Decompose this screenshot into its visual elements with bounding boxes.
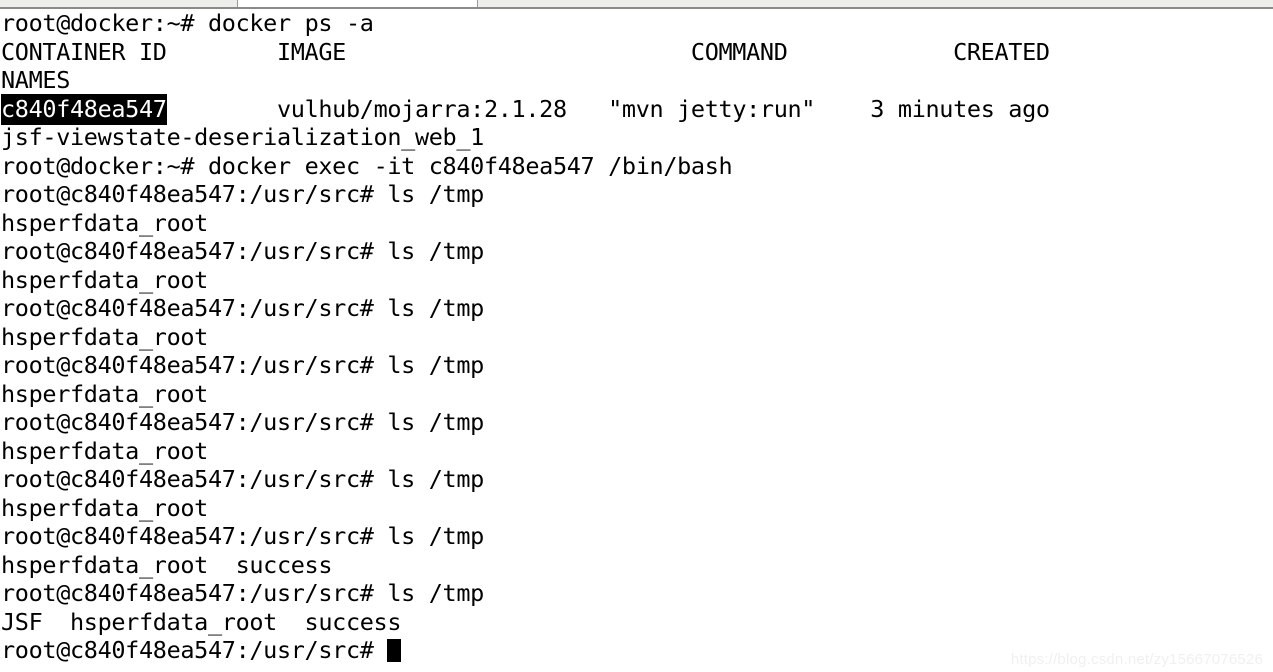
terminal-line: root@c840f48ea547:/usr/src# ls /tmp	[0, 237, 1273, 266]
terminal-line: root@docker:~# docker ps -a	[0, 9, 1273, 38]
shell-command: ls /tmp	[387, 237, 484, 265]
terminal-line: hsperfdata_root	[0, 494, 1273, 523]
shell-prompt: root@docker:~#	[1, 151, 208, 180]
terminal-line: root@c840f48ea547:/usr/src# ls /tmp	[0, 351, 1273, 380]
shell-prompt: root@c840f48ea547:/usr/src#	[1, 408, 388, 436]
shell-command: docker ps -a	[207, 9, 374, 37]
terminal-line: root@c840f48ea547:/usr/src# ls /tmp	[0, 465, 1273, 494]
shell-command: ls /tmp	[387, 465, 484, 493]
shell-prompt: root@c840f48ea547:/usr/src#	[1, 579, 388, 607]
terminal-line: NAMES	[0, 66, 1273, 95]
terminal-line: root@docker:~# docker exec -it c840f48ea…	[0, 152, 1273, 181]
command-output: jsf-viewstate-deserialization_web_1	[1, 123, 484, 151]
terminal-line: hsperfdata_root	[0, 437, 1273, 466]
command-output: JSF hsperfdata_root success	[1, 607, 402, 636]
docker-ps-row-rest: vulhub/mojarra:2.1.28 "mvn jetty:run" 3 …	[166, 94, 1050, 123]
shell-prompt: root@c840f48ea547:/usr/src#	[1, 180, 388, 208]
command-output: hsperfdata_root	[1, 379, 208, 408]
terminal-tab-2-active[interactable]	[238, 0, 478, 7]
terminal-line: root@c840f48ea547:/usr/src# ls /tmp	[0, 294, 1273, 323]
docker-ps-header: NAMES	[1, 66, 70, 94]
terminal-line: JSF hsperfdata_root success	[0, 608, 1273, 637]
docker-ps-header: CONTAINER ID IMAGE COMMAND CREATED	[1, 37, 1050, 66]
terminal-tab-bar[interactable]	[0, 0, 1273, 9]
terminal-line: root@c840f48ea547:/usr/src# ls /tmp	[0, 408, 1273, 437]
terminal-line: c840f48ea547 vulhub/mojarra:2.1.28 "mvn …	[0, 93, 1273, 125]
shell-prompt: root@c840f48ea547:/usr/src#	[1, 237, 388, 265]
terminal-line: hsperfdata_root	[0, 209, 1273, 238]
shell-prompt: root@c840f48ea547:/usr/src#	[1, 351, 388, 379]
shell-command: ls /tmp	[387, 579, 484, 607]
terminal-line: root@c840f48ea547:/usr/src# ls /tmp	[0, 579, 1273, 608]
terminal-output-area[interactable]: root@docker:~# docker ps -a CONTAINER ID …	[0, 9, 1273, 672]
terminal-line: CONTAINER ID IMAGE COMMAND CREATED	[0, 38, 1273, 67]
terminal-line: jsf-viewstate-deserialization_web_1	[0, 123, 1273, 152]
terminal-line: root@c840f48ea547:/usr/src# ls /tmp	[0, 180, 1273, 209]
terminal-line: hsperfdata_root	[0, 266, 1273, 295]
terminal-line: hsperfdata_root	[0, 380, 1273, 409]
shell-prompt: root@c840f48ea547:/usr/src#	[1, 636, 388, 664]
text-cursor	[387, 639, 402, 662]
terminal-line: hsperfdata_root success	[0, 551, 1273, 580]
terminal-window: root@docker:~# docker ps -a CONTAINER ID …	[0, 0, 1273, 672]
command-output: hsperfdata_root success	[1, 550, 333, 579]
terminal-tab-3[interactable]	[478, 0, 1273, 7]
command-output: hsperfdata_root	[1, 208, 208, 237]
shell-command: ls /tmp	[387, 351, 484, 379]
shell-prompt: root@c840f48ea547:/usr/src#	[1, 465, 388, 493]
shell-command: ls /tmp	[387, 294, 484, 322]
shell-command: ls /tmp	[387, 522, 484, 550]
terminal-line: hsperfdata_root	[0, 323, 1273, 352]
shell-prompt: root@c840f48ea547:/usr/src#	[1, 294, 388, 322]
terminal-line: root@c840f48ea547:/usr/src# ls /tmp	[0, 522, 1273, 551]
shell-command: ls /tmp	[387, 408, 484, 436]
csdn-blog-watermark: https://blog.csdn.net/zy15667076526	[1010, 651, 1263, 668]
command-output: hsperfdata_root	[1, 322, 208, 351]
command-output: hsperfdata_root	[1, 265, 208, 294]
terminal-tab-1[interactable]	[0, 0, 238, 7]
shell-prompt: root@docker:~#	[1, 9, 208, 37]
command-output: hsperfdata_root	[1, 436, 208, 465]
shell-command: docker exec -it c840f48ea547 /bin/bash	[207, 151, 733, 180]
shell-command: ls /tmp	[387, 180, 484, 208]
selected-container-id[interactable]: c840f48ea547	[1, 93, 167, 125]
command-output: hsperfdata_root	[1, 493, 208, 522]
shell-prompt: root@c840f48ea547:/usr/src#	[1, 522, 388, 550]
